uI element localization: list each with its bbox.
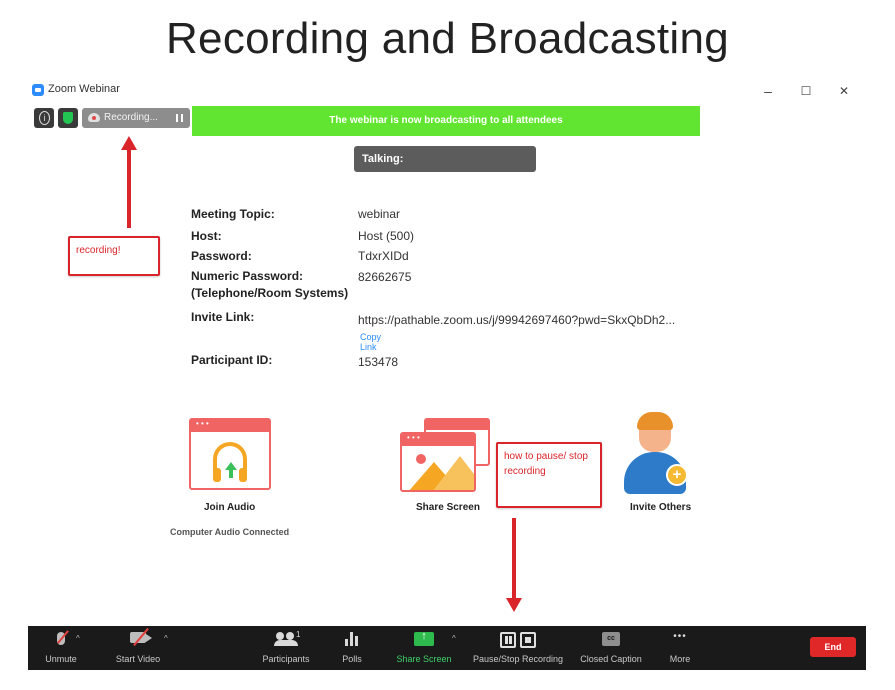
share-screen-toolbar-label: Share Screen [396, 654, 452, 664]
more-dots-icon: ••• [673, 631, 687, 642]
broadcast-banner: The webinar is now broadcasting to all a… [192, 106, 700, 136]
numeric-password-value: 82662675 [358, 270, 412, 284]
end-meeting-button[interactable]: End [810, 637, 856, 657]
invite-link-label: Invite Link: [191, 310, 255, 324]
maximize-button[interactable]: ☐ [788, 80, 824, 102]
join-audio-icon[interactable] [189, 418, 271, 490]
slide-title: Recording and Broadcasting [165, 14, 730, 63]
password-label: Password: [191, 249, 252, 263]
share-screen-label[interactable]: Share Screen [416, 502, 480, 513]
app-title: Zoom Webinar [48, 83, 120, 95]
pause-stop-label: Pause/Stop Recording [472, 654, 564, 664]
invite-person-icon[interactable]: + [622, 412, 694, 496]
share-options-chevron-icon[interactable]: ^ [452, 634, 456, 643]
closed-caption-button[interactable]: cc Closed Caption [576, 626, 646, 670]
host-value: Host (500) [358, 229, 415, 243]
title-bar: Zoom Webinar – ☐ ✕ [28, 80, 866, 102]
meeting-topic-label: Meeting Topic: [191, 207, 275, 221]
polls-label: Polls [342, 654, 362, 664]
meeting-topic-value: webinar [358, 207, 401, 221]
close-button[interactable]: ✕ [826, 80, 862, 102]
annotation-arrow-down-shaft [512, 518, 516, 600]
unmute-label: Unmute [45, 654, 77, 664]
pause-recording-icon[interactable] [176, 114, 183, 122]
encryption-shield-icon[interactable] [58, 108, 78, 128]
participant-id-label: Participant ID: [191, 353, 273, 367]
annotation-arrow-down-head [506, 598, 522, 612]
zoom-logo-icon [32, 84, 44, 96]
minimize-button[interactable]: – [750, 80, 786, 102]
more-label: More [669, 654, 691, 664]
more-button[interactable]: ••• More [660, 626, 700, 670]
up-arrow-icon [225, 462, 237, 478]
password-value: TdxrXIDd [358, 249, 409, 263]
start-video-button[interactable]: ^ Start Video [108, 626, 168, 670]
participants-count: 1 [296, 630, 301, 639]
start-video-label: Start Video [115, 654, 161, 664]
share-screen-button[interactable]: ^ Share Screen [392, 626, 456, 670]
recording-annotation: recording! [68, 236, 160, 276]
numeric-password-label: Numeric Password: [191, 269, 304, 283]
copy-link[interactable]: Copy Link [360, 332, 381, 352]
participants-icon [274, 632, 298, 646]
share-screen-icon[interactable] [400, 418, 492, 496]
audio-options-chevron-icon[interactable]: ^ [76, 634, 80, 643]
pause-stop-icon [500, 632, 536, 648]
meeting-info-icon[interactable] [34, 108, 54, 128]
closed-caption-label: Closed Caption [580, 654, 642, 664]
recording-indicator[interactable]: Recording... [82, 108, 190, 128]
polls-icon [345, 632, 359, 646]
talking-indicator: Talking: [354, 146, 536, 172]
cloud-recording-icon [88, 113, 100, 122]
video-off-icon [130, 627, 149, 647]
closed-caption-icon: cc [602, 632, 620, 646]
participant-id-value: 153478 [358, 355, 399, 369]
pause-stop-annotation: how to pause/ stop recording [496, 442, 602, 508]
participants-label: Participants [262, 654, 310, 664]
share-screen-arrow-icon [414, 630, 434, 646]
join-audio-label[interactable]: Join Audio [204, 502, 255, 513]
annotation-arrow-up-shaft [127, 148, 131, 228]
pause-stop-recording-button[interactable]: Pause/Stop Recording [468, 626, 568, 670]
plus-icon: + [666, 464, 688, 486]
meeting-toolbar: ^ Unmute ^ Start Video 1 Participants Po… [28, 626, 866, 670]
polls-button[interactable]: Polls [332, 626, 372, 670]
muted-microphone-icon [57, 630, 69, 645]
zoom-webinar-window: Zoom Webinar – ☐ ✕ Recording... The webi… [28, 80, 866, 670]
participants-button[interactable]: 1 Participants [256, 626, 316, 670]
audio-status-label: Computer Audio Connected [170, 527, 290, 537]
unmute-button[interactable]: ^ Unmute [36, 626, 86, 670]
recording-label: Recording... [104, 112, 158, 123]
host-label: Host: [191, 229, 222, 243]
video-options-chevron-icon[interactable]: ^ [164, 634, 168, 643]
numeric-password-sublabel: (Telephone/Room Systems) [191, 286, 349, 300]
invite-link-value: https://pathable.zoom.us/j/99942697460?p… [358, 313, 676, 327]
invite-others-label[interactable]: Invite Others [630, 502, 691, 513]
